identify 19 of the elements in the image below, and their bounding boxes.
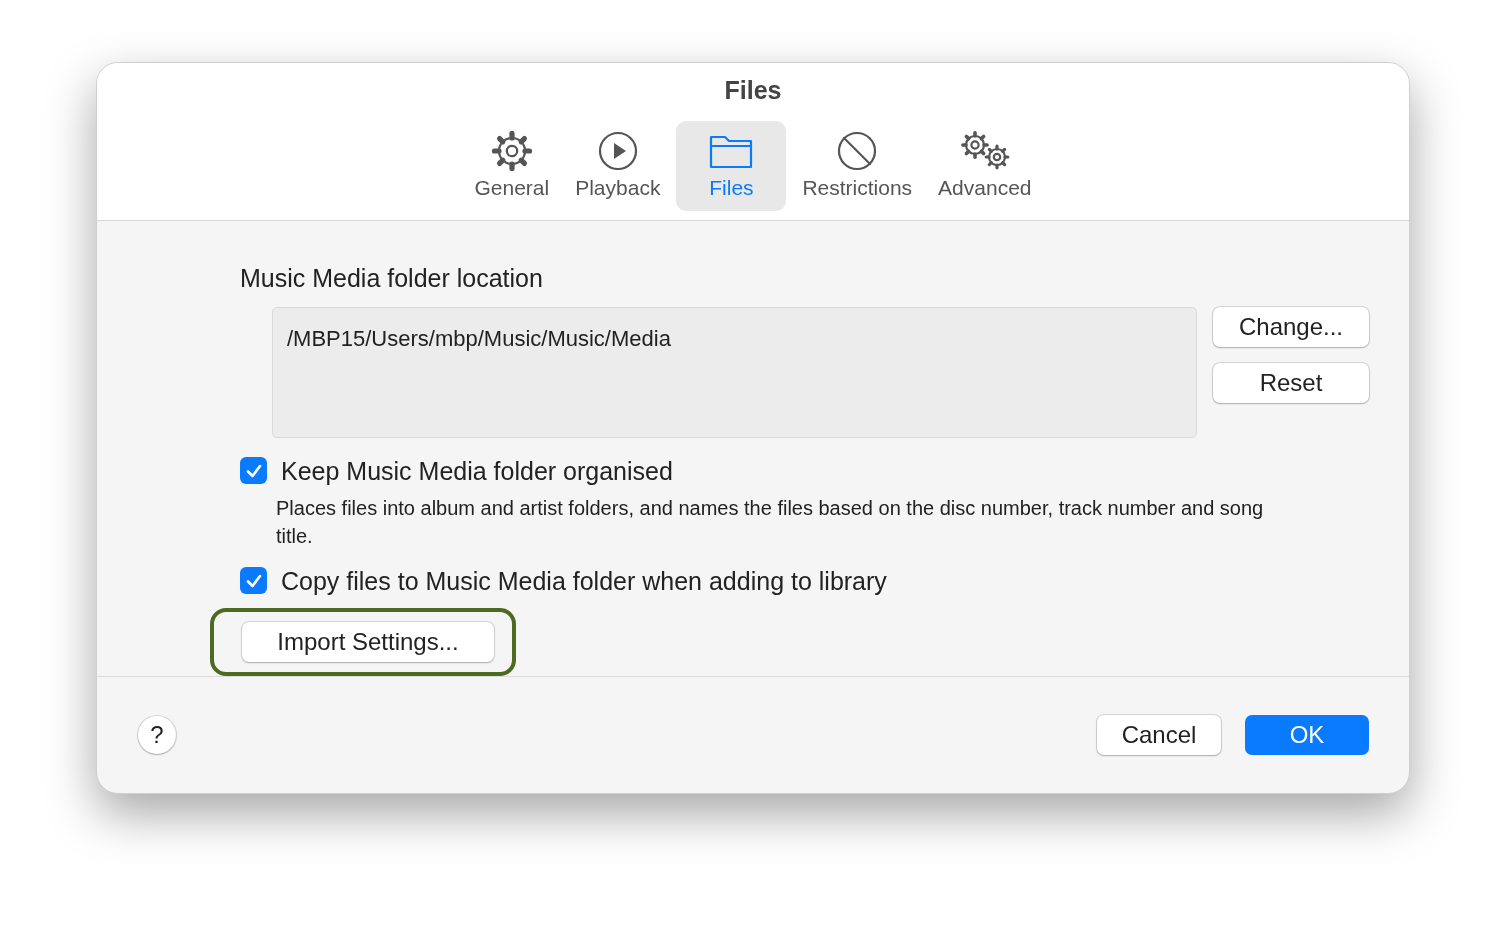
- checkbox-label: Keep Music Media folder organised: [281, 455, 673, 487]
- toolbar-tab[interactable]: General: [464, 121, 560, 211]
- checkbox-label: Copy files to Music Media folder when adding to library: [281, 565, 887, 597]
- checkbox[interactable]: [240, 567, 267, 595]
- help-button[interactable]: ?: [138, 715, 176, 754]
- gear-icon: [489, 129, 534, 173]
- ok-button[interactable]: OK: [1245, 714, 1369, 755]
- checkbox[interactable]: [240, 457, 267, 485]
- folder-button[interactable]: Change...: [1213, 306, 1369, 347]
- section-heading: Music Media folder location: [240, 262, 544, 294]
- folder-button[interactable]: Reset: [1213, 362, 1369, 403]
- option-description: Places files into album and artist folders, and names the files based on the disc number, track number and song title.: [276, 495, 1265, 549]
- toolbar-tab[interactable]: Advanced: [928, 121, 1042, 211]
- cancel-button[interactable]: Cancel: [1097, 714, 1221, 755]
- import-settings-button[interactable]: Import Settings...: [242, 621, 494, 662]
- window-title: Files: [724, 75, 782, 105]
- path-field[interactable]: /MBP15/Users/mbp/Music/Music/Media: [272, 306, 1197, 438]
- toolbar-tab[interactable]: Playback: [565, 121, 671, 211]
- toolbar-tab[interactable]: Restrictions: [792, 121, 923, 211]
